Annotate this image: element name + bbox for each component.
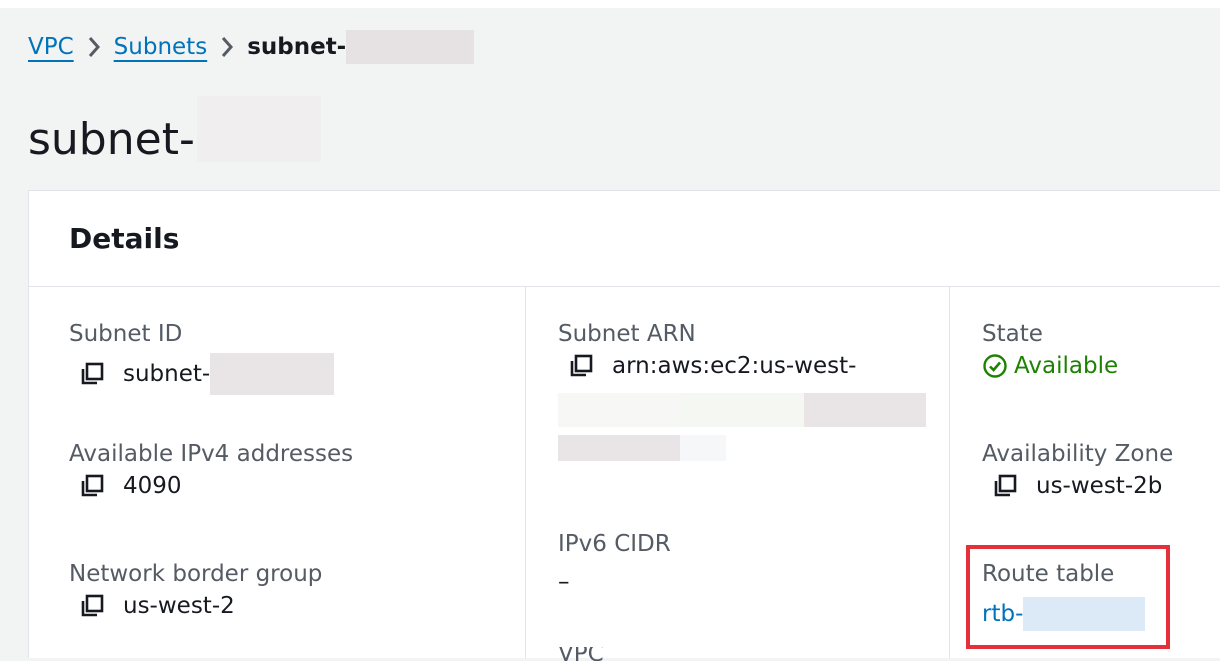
chevron-right-icon: [78, 33, 110, 61]
breadcrumb: VPC Subnets subnet-: [28, 30, 475, 64]
details-column-2: Subnet ARN arn:aws:ec2:us-west- IPv6 CID…: [525, 287, 950, 661]
state-field: State Available: [982, 321, 1118, 379]
copy-icon[interactable]: [79, 593, 105, 619]
availability-zone-field: Availability Zone us-west-2b: [982, 441, 1173, 499]
check-circle-icon: [982, 353, 1008, 379]
state-value: Available: [1014, 353, 1119, 379]
available-ipv4-field: Available IPv4 addresses 4090: [69, 441, 353, 499]
details-heading: Details: [29, 191, 1220, 287]
redacted-region: [210, 353, 335, 395]
breadcrumb-subnets-link[interactable]: Subnets: [114, 34, 208, 60]
copy-icon[interactable]: [992, 473, 1018, 499]
network-border-group-value: us-west-2: [123, 593, 235, 619]
page-title: subnet-: [28, 96, 321, 162]
availability-zone-value-row: us-west-2b: [982, 473, 1173, 499]
copy-icon[interactable]: [79, 361, 105, 387]
redacted-region: [196, 96, 321, 162]
redacted-region: [558, 393, 926, 427]
available-ipv4-label: Available IPv4 addresses: [69, 441, 354, 467]
top-strip: [0, 0, 1220, 8]
details-column-1: Subnet ID subnet- Available IPv4 address…: [69, 287, 493, 658]
subnet-arn-field: Subnet ARN arn:aws:ec2:us-west-: [558, 321, 926, 461]
subnet-arn-value: arn:aws:ec2:us-west-: [612, 353, 857, 379]
state-value-row: Available: [982, 353, 1118, 379]
subnet-arn-value-row: arn:aws:ec2:us-west-: [558, 353, 926, 379]
copy-icon[interactable]: [568, 353, 594, 379]
ipv6-cidr-label: IPv6 CIDR: [558, 531, 671, 557]
breadcrumb-vpc-link[interactable]: VPC: [28, 34, 74, 60]
available-ipv4-value: 4090: [123, 473, 182, 499]
state-label: State: [982, 321, 1043, 347]
available-ipv4-value-row: 4090: [69, 473, 353, 499]
redacted-region: [680, 435, 726, 461]
copy-icon[interactable]: [79, 473, 105, 499]
subnet-arn-label: Subnet ARN: [558, 321, 696, 347]
redacted-region: [558, 435, 926, 461]
redacted-region: [558, 435, 680, 461]
breadcrumb-current: subnet-: [247, 34, 347, 60]
subnet-id-value-row: subnet-: [69, 353, 335, 395]
availability-zone-label: Availability Zone: [982, 441, 1174, 467]
redacted-region: [346, 30, 475, 64]
redacted-region: [680, 393, 804, 427]
subnet-id-label: Subnet ID: [69, 321, 183, 347]
page-title-text: subnet-: [28, 114, 195, 165]
network-border-group-field: Network border group us-west-2: [69, 561, 322, 619]
redacted-region: [804, 393, 926, 427]
vpc-label: VPC: [558, 647, 604, 661]
ipv6-cidr-value: –: [558, 569, 570, 595]
ipv6-cidr-field: IPv6 CIDR –: [558, 531, 671, 595]
network-border-group-label: Network border group: [69, 561, 323, 587]
chevron-right-icon: [211, 33, 243, 61]
availability-zone-value: us-west-2b: [1036, 473, 1163, 499]
vpc-field: VPC: [558, 647, 604, 661]
network-border-group-value-row: us-west-2: [69, 593, 322, 619]
route-table-highlight-box: [966, 545, 1170, 649]
redacted-region: [558, 393, 680, 427]
subnet-id-value: subnet-: [123, 361, 211, 387]
subnet-id-field: Subnet ID subnet-: [69, 321, 335, 395]
